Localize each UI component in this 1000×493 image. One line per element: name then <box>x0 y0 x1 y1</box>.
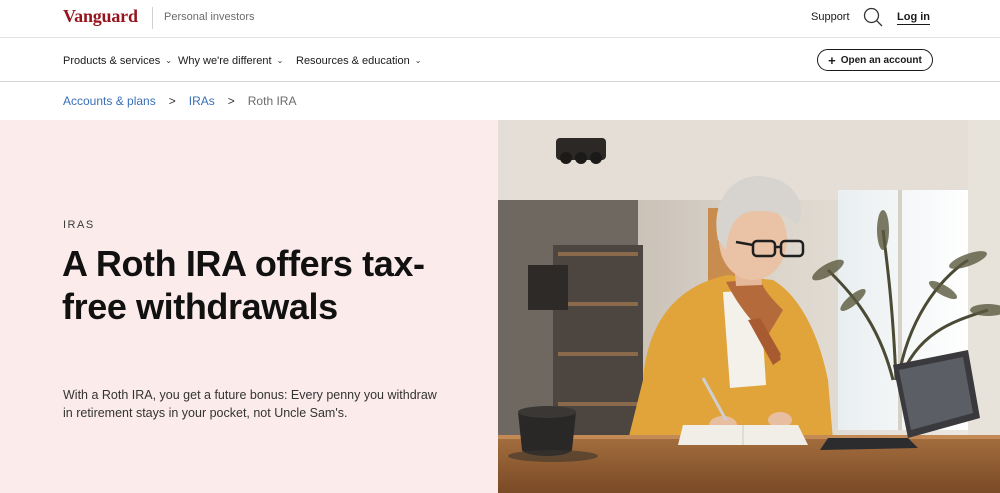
support-link[interactable]: Support <box>811 11 850 23</box>
chevron-right-icon: > <box>227 94 235 108</box>
nav-label: Why we're different <box>178 55 272 67</box>
nav-why-different[interactable]: Why we're different ⌄ <box>178 55 283 67</box>
nav-label: Resources & education <box>296 55 410 67</box>
chevron-down-icon: ⌄ <box>414 56 422 65</box>
nav-resources-education[interactable]: Resources & education ⌄ <box>296 55 421 67</box>
breadcrumb: Accounts & plans > IRAs > Roth IRA <box>63 94 296 108</box>
top-bar: Vanguard Personal investors Support Log … <box>0 0 1000 38</box>
open-account-label: Open an account <box>840 54 922 66</box>
breadcrumb-current: Roth IRA <box>247 94 297 108</box>
breadcrumb-link-iras[interactable]: IRAs <box>189 94 215 108</box>
search-button[interactable] <box>862 6 884 28</box>
chevron-right-icon: > <box>168 94 176 108</box>
main-nav: Products & services ⌄ Why we're different… <box>0 39 1000 82</box>
logo-divider <box>152 7 153 29</box>
chevron-down-icon: ⌄ <box>276 56 284 65</box>
breadcrumb-link-accounts-plans[interactable]: Accounts & plans <box>63 94 156 108</box>
open-account-button[interactable]: + Open an account <box>817 49 933 71</box>
hero-headline: A Roth IRA offers tax-free withdrawals <box>62 243 425 327</box>
search-icon <box>863 7 883 27</box>
hero-eyebrow: IRAS <box>63 219 95 231</box>
chevron-down-icon: ⌄ <box>165 56 172 65</box>
login-link[interactable]: Log in <box>897 11 930 25</box>
vanguard-logo[interactable]: Vanguard <box>63 6 138 27</box>
plus-icon: + <box>828 52 836 68</box>
hero-subtext: With a Roth IRA, you get a future bonus:… <box>63 388 437 420</box>
nav-label: Products & services <box>63 55 161 67</box>
woman-writing-at-desk-illustration <box>498 120 1000 493</box>
segment-label[interactable]: Personal investors <box>164 11 255 23</box>
hero-image <box>498 120 1000 493</box>
nav-products-services[interactable]: Products & services ⌄ <box>63 55 172 67</box>
